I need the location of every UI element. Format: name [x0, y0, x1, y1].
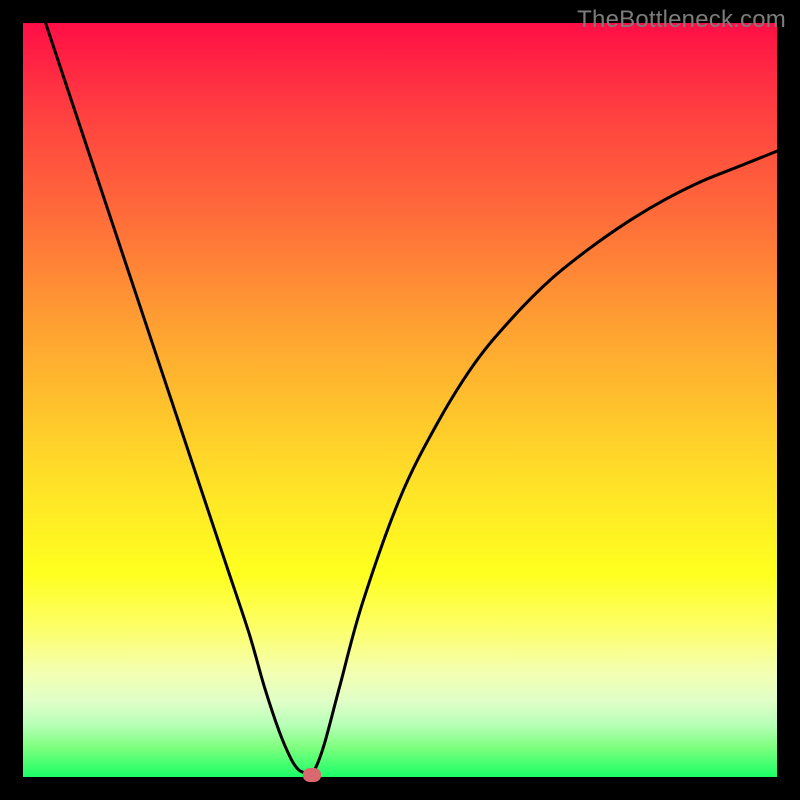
bottleneck-curve [23, 23, 777, 777]
optimum-marker [303, 768, 321, 782]
plot-area [23, 23, 777, 777]
chart-frame: TheBottleneck.com [0, 0, 800, 800]
watermark-text: TheBottleneck.com [577, 6, 786, 34]
